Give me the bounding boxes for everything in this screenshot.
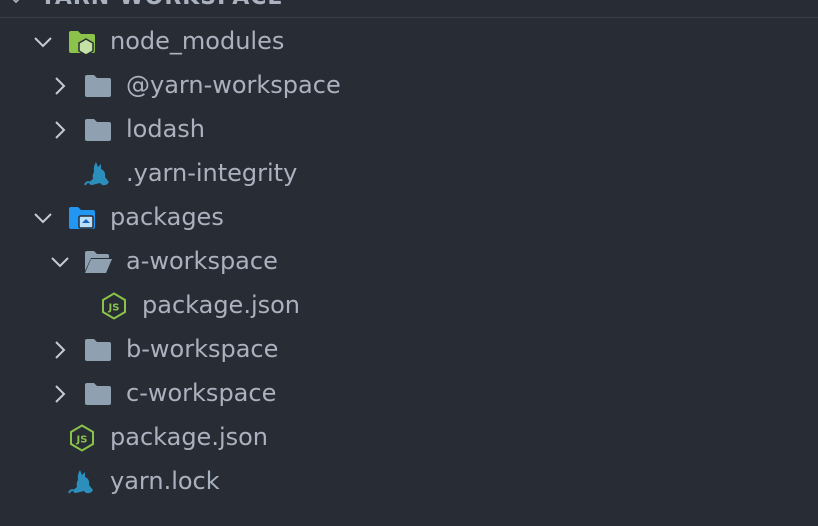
folder-icon <box>83 116 113 144</box>
explorer-section-header[interactable]: YARN-WORKSPACE <box>0 0 818 18</box>
tree-item-b-workspace[interactable]: b-workspace <box>0 327 818 371</box>
nodejs-icon: JS <box>67 424 97 452</box>
tree-item-label: yarn.lock <box>110 465 220 497</box>
folder-icon <box>83 380 113 408</box>
tree-item-c-workspace[interactable]: c-workspace <box>0 371 818 415</box>
tree-item-label: a-workspace <box>126 245 278 277</box>
nodejs-icon: JS <box>99 292 129 320</box>
tree-item-yarn-integrity[interactable]: .yarn-integrity <box>0 151 818 195</box>
chevron-right-icon <box>49 75 71 97</box>
tree-item-a-workspace[interactable]: a-workspace <box>0 239 818 283</box>
svg-text:JS: JS <box>108 303 120 314</box>
yarn-icon <box>67 468 97 496</box>
tree-item-root-package-json[interactable]: JS package.json <box>0 415 818 459</box>
chevron-down-icon <box>8 0 24 8</box>
tree-item-label: c-workspace <box>126 377 276 409</box>
chevron-down-icon <box>32 207 54 229</box>
tree-item-packages[interactable]: packages <box>0 195 818 239</box>
chevron-down-icon <box>32 31 54 53</box>
tree-item-label: package.json <box>142 289 300 321</box>
file-tree: node_modules @yarn-workspace lodash .yar… <box>0 19 818 503</box>
tree-item-a-workspace-package-json[interactable]: JS package.json <box>0 283 818 327</box>
tree-item-label: package.json <box>110 421 268 453</box>
yarn-icon <box>83 160 113 188</box>
folder-icon <box>83 336 113 364</box>
tree-item-label: @yarn-workspace <box>126 69 341 101</box>
svg-text:JS: JS <box>76 435 88 446</box>
tree-item-label: packages <box>110 201 224 233</box>
node-modules-folder-icon <box>67 28 97 56</box>
tree-item-node-modules[interactable]: node_modules <box>0 19 818 63</box>
folder-open-icon <box>83 248 113 276</box>
tree-item-label: lodash <box>126 113 205 145</box>
tree-item-label: b-workspace <box>126 333 278 365</box>
chevron-right-icon <box>49 339 71 361</box>
chevron-down-icon <box>49 251 71 273</box>
section-title: YARN-WORKSPACE <box>40 0 283 12</box>
tree-item-lodash[interactable]: lodash <box>0 107 818 151</box>
tree-item-label: .yarn-integrity <box>126 157 297 189</box>
packages-folder-icon <box>67 204 97 232</box>
tree-item-label: node_modules <box>110 25 284 57</box>
tree-item-yarn-lock[interactable]: yarn.lock <box>0 459 818 503</box>
folder-icon <box>83 72 113 100</box>
chevron-right-icon <box>49 383 71 405</box>
tree-item-yarn-workspace-scope[interactable]: @yarn-workspace <box>0 63 818 107</box>
chevron-right-icon <box>49 119 71 141</box>
